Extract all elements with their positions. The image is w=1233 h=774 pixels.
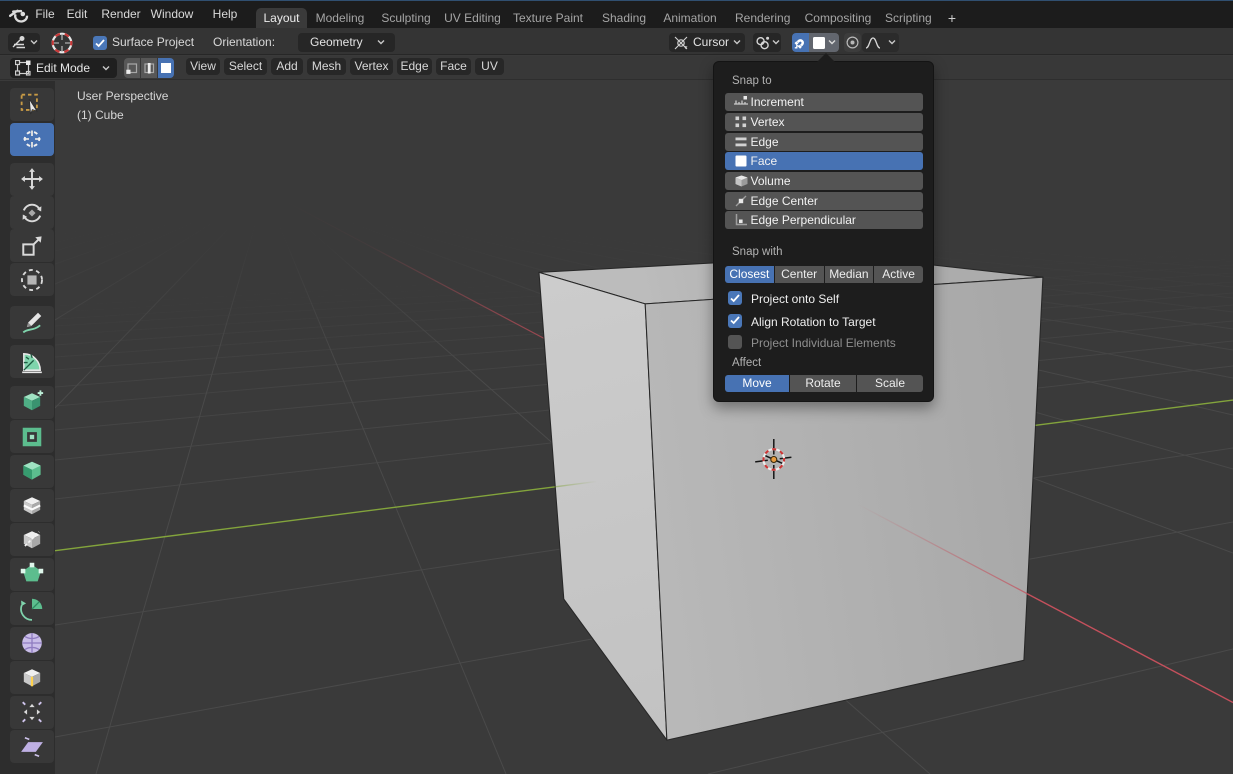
svg-text:User Perspective: User Perspective xyxy=(77,89,169,103)
svg-text:(1) Cube: (1) Cube xyxy=(77,108,124,122)
